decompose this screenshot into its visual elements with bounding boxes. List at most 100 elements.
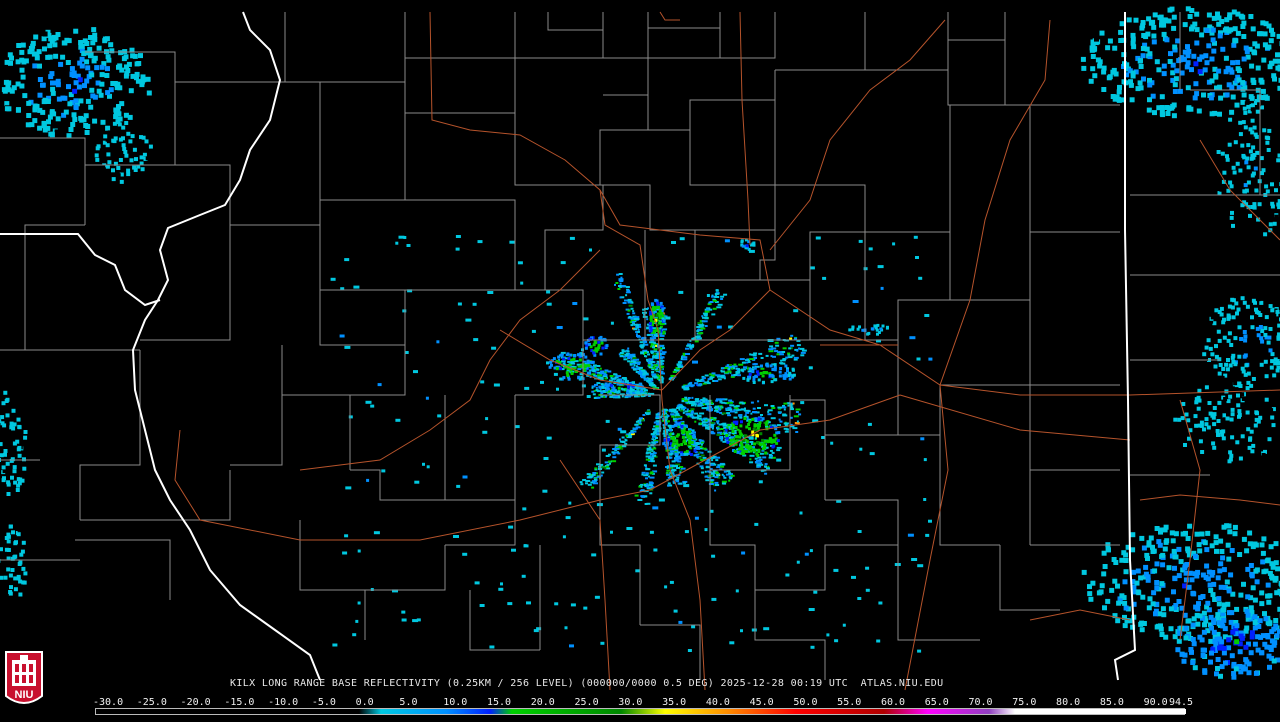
echo-cell bbox=[745, 414, 747, 416]
echo-cell bbox=[743, 417, 746, 420]
echo-cell bbox=[777, 407, 782, 409]
echo-cell bbox=[1267, 341, 1271, 345]
echo-cell bbox=[352, 633, 356, 636]
echo-cell bbox=[596, 382, 600, 384]
echo-cell bbox=[749, 458, 751, 460]
echo-cell bbox=[769, 454, 772, 456]
echo-cell bbox=[703, 457, 707, 459]
echo-cell bbox=[917, 358, 921, 361]
echo-cell bbox=[1255, 579, 1260, 584]
echo-cell bbox=[785, 422, 789, 424]
echo-cell bbox=[792, 427, 797, 429]
echo-cell bbox=[345, 486, 351, 489]
echo-cell bbox=[652, 438, 655, 440]
echo-cell bbox=[13, 442, 17, 446]
echo-cell bbox=[1228, 305, 1232, 309]
echo-cell bbox=[729, 641, 734, 644]
echo-cell bbox=[1229, 620, 1234, 625]
echo-cell bbox=[1145, 47, 1150, 52]
echo-cell bbox=[726, 437, 729, 440]
echo-cell bbox=[712, 372, 716, 374]
echo-cell bbox=[122, 147, 126, 151]
echo-cell bbox=[140, 79, 145, 84]
echo-cell bbox=[770, 441, 773, 444]
echo-cell bbox=[689, 401, 694, 404]
echo-cell bbox=[465, 319, 471, 322]
echo-cell bbox=[1243, 645, 1248, 650]
echo-cell bbox=[524, 387, 529, 390]
echo-cell bbox=[1218, 339, 1222, 343]
echo-cell bbox=[1173, 554, 1178, 559]
echo-cell bbox=[634, 318, 637, 320]
echo-cell bbox=[48, 115, 53, 120]
echo-cell bbox=[822, 277, 826, 280]
echo-cell bbox=[1151, 34, 1156, 39]
echo-cell bbox=[1088, 597, 1093, 602]
echo-cell bbox=[18, 562, 22, 566]
echo-cell bbox=[659, 322, 662, 325]
echo-cell bbox=[666, 474, 670, 476]
echo-cell bbox=[3, 453, 7, 457]
echo-cell bbox=[622, 395, 624, 397]
echo-cell bbox=[1269, 222, 1273, 226]
echo-cell bbox=[762, 447, 765, 450]
echo-cell bbox=[681, 358, 683, 360]
echo-cell bbox=[911, 558, 917, 561]
echo-cell bbox=[632, 381, 635, 384]
echo-cell bbox=[1170, 530, 1175, 535]
echo-cell bbox=[616, 448, 620, 450]
echo-cell bbox=[754, 523, 758, 526]
echo-cell bbox=[1129, 83, 1134, 88]
echo-cell bbox=[526, 601, 531, 604]
echo-cell bbox=[700, 465, 704, 467]
colorbar-label: 15.0 bbox=[487, 697, 511, 708]
echo-cell bbox=[713, 300, 717, 302]
echo-cell bbox=[1242, 397, 1246, 401]
echo-cell bbox=[764, 465, 767, 467]
echo-cell bbox=[764, 452, 767, 455]
echo-cell bbox=[117, 63, 122, 68]
echo-cell bbox=[625, 294, 627, 296]
echo-cell bbox=[811, 646, 815, 649]
echo-cell bbox=[600, 337, 603, 340]
echo-cell bbox=[66, 84, 71, 89]
echo-cell bbox=[606, 420, 610, 423]
echo-cell bbox=[1187, 585, 1192, 590]
echo-cell bbox=[766, 467, 770, 469]
echo-cell bbox=[685, 348, 689, 350]
echo-cell bbox=[142, 136, 146, 140]
echo-cell bbox=[769, 374, 772, 377]
echo-cell bbox=[1108, 39, 1113, 44]
echo-cell bbox=[859, 240, 863, 243]
colorbar-segment bbox=[665, 709, 726, 714]
echo-cell bbox=[104, 73, 109, 78]
echo-cell bbox=[111, 139, 115, 143]
echo-cell bbox=[650, 477, 655, 479]
echo-cell bbox=[1145, 32, 1150, 37]
echo-cell bbox=[547, 437, 552, 440]
echo-cell bbox=[121, 44, 126, 49]
echo-cell bbox=[1212, 422, 1216, 426]
echo-cell bbox=[22, 457, 26, 461]
echo-cell bbox=[661, 357, 665, 359]
echo-cell bbox=[1210, 57, 1215, 62]
echo-cell bbox=[422, 463, 425, 466]
echo-cell bbox=[684, 397, 687, 399]
echo-cell bbox=[745, 410, 750, 412]
echo-cell bbox=[24, 430, 28, 434]
echo-cell bbox=[1170, 7, 1175, 12]
radar-map[interactable] bbox=[0, 0, 1280, 720]
echo-cell bbox=[14, 494, 18, 498]
echo-cell bbox=[105, 126, 110, 131]
echo-cell bbox=[1156, 67, 1161, 72]
echo-cell bbox=[724, 424, 726, 426]
echo-cell bbox=[1194, 400, 1198, 404]
echo-cell bbox=[751, 418, 754, 421]
echo-cell bbox=[1245, 567, 1250, 572]
echo-cell bbox=[1241, 296, 1245, 300]
echo-cell bbox=[736, 435, 739, 438]
echo-cell bbox=[1212, 416, 1216, 420]
echo-cell bbox=[717, 474, 719, 476]
echo-cell bbox=[1227, 138, 1231, 142]
echo-cell bbox=[1212, 433, 1216, 437]
